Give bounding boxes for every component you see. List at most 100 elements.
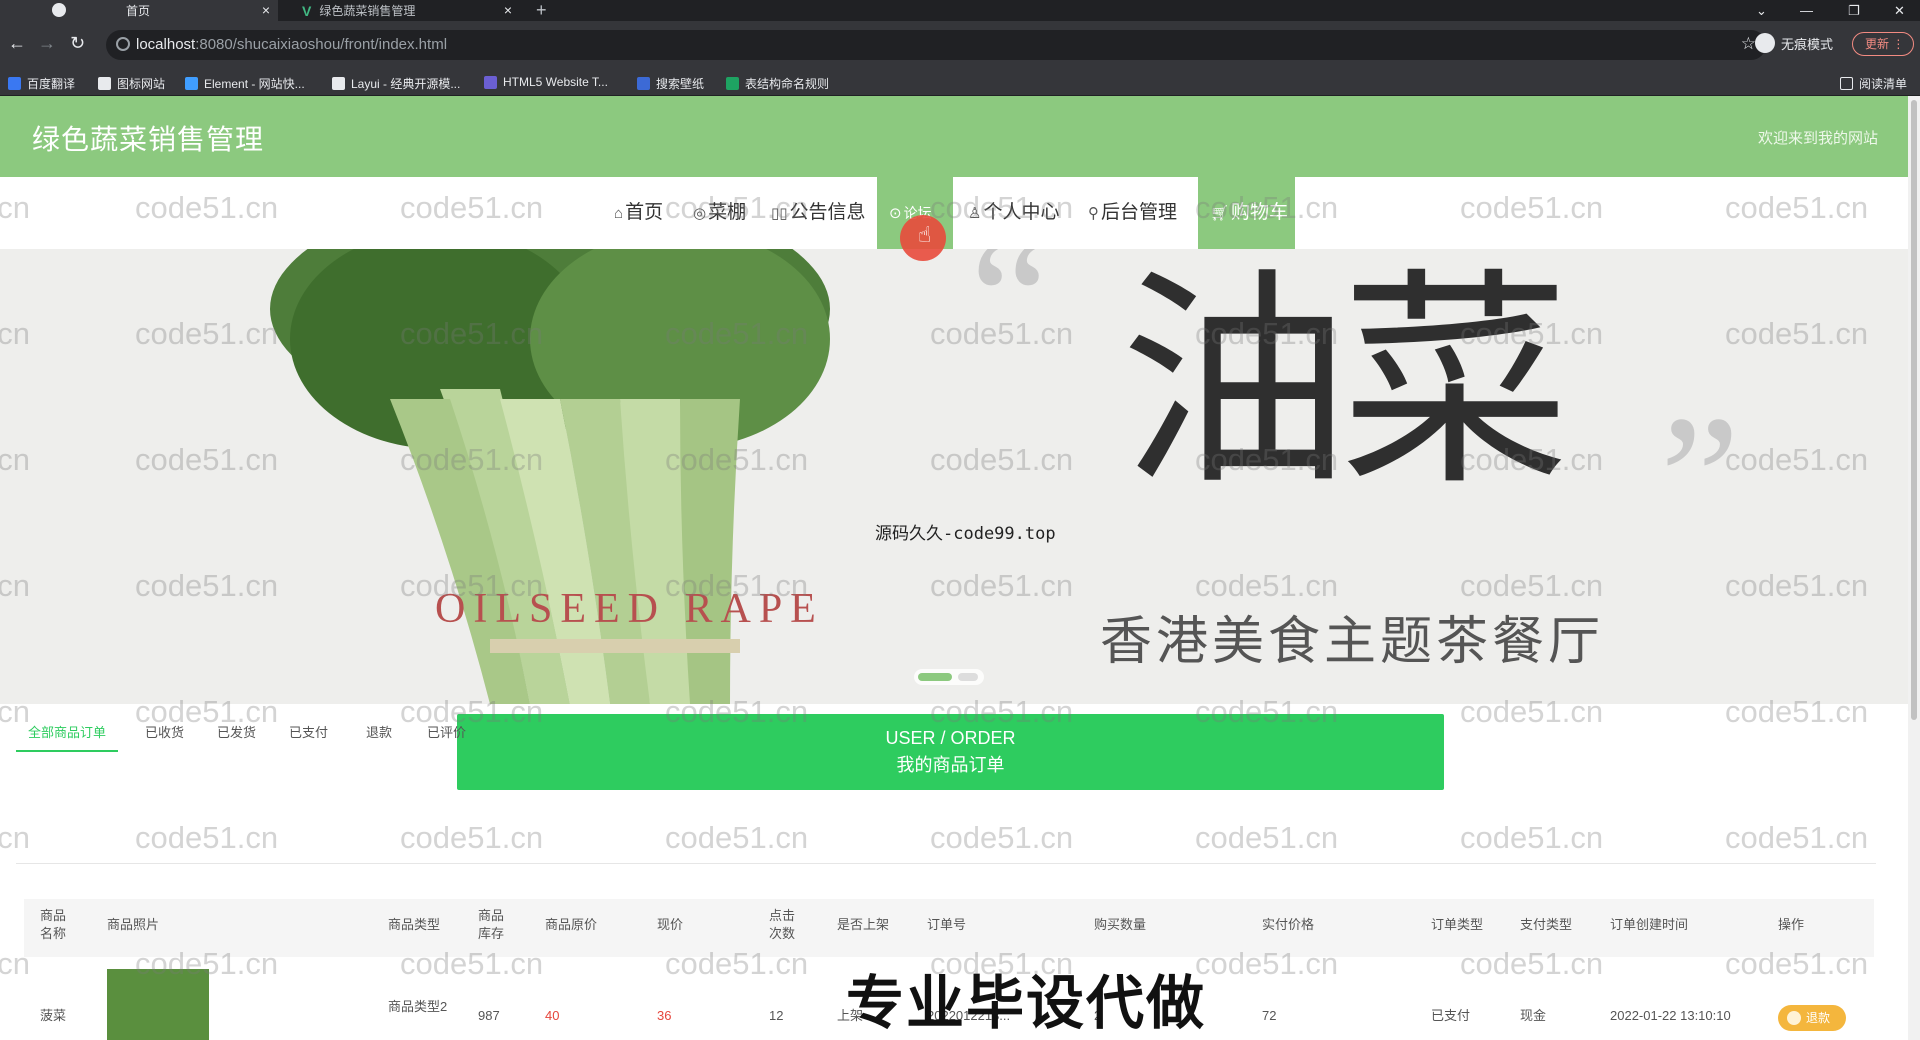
cell-name: 菠菜 [40, 1008, 67, 1023]
col-photo: 商品照片 [107, 917, 160, 932]
overlay-ad-text: 专业毕设代做 [846, 971, 1207, 1036]
tab-shipped[interactable]: 已发货 [217, 722, 256, 741]
banner-carousel[interactable]: “ ” OILSEED RAPE 油菜 香港美食主题茶餐厅 源码久久-code9… [0, 249, 1908, 704]
close-tab-icon[interactable]: × [504, 2, 512, 18]
welcome-text: 欢迎来到我的网站 [1757, 130, 1878, 147]
col-clicks: 点击次数 [769, 908, 796, 941]
banner-english-text: OILSEED RAPE [435, 586, 824, 632]
scrollbar-thumb[interactable] [1911, 100, 1917, 720]
browser-tab-bar: 首页 × V 绿色蔬菜销售管理 × + ⌄ — ❐ ✕ [0, 0, 1920, 21]
page-scrollbar[interactable] [1908, 96, 1920, 1040]
bookmark-item[interactable]: HTML5 Website T... [484, 75, 608, 89]
bookmark-star-icon[interactable]: ☆ [1741, 34, 1756, 54]
banner-headline: 油菜 [1120, 250, 1570, 517]
incognito-indicator[interactable]: 无痕模式 [1755, 33, 1833, 53]
url-text: localhost:8080/shucaixiaoshou/front/inde… [136, 36, 448, 53]
carousel-dot-active[interactable] [918, 673, 952, 681]
my-orders-banner: USER / ORDER 我的商品订单 [457, 714, 1444, 790]
nav-profile[interactable]: ♙ 个人中心 [968, 177, 1059, 249]
close-quote-mark: ” [1660, 379, 1740, 578]
compass-icon: ◎ [693, 205, 707, 222]
tab-paid[interactable]: 已支付 [289, 722, 328, 741]
nav-home[interactable]: ⌂ 首页 [614, 177, 663, 249]
cell-orig-price: 40 [545, 1008, 560, 1023]
nav-greenhouse[interactable]: ◎ 菜棚 [693, 177, 746, 249]
web-page: 绿色蔬菜销售管理 欢迎来到我的网站 ⌂ 首页 ◎ 菜棚 ▯▯ 公告信息 ⊙ 论坛 ♙ 个人… [0, 96, 1908, 1040]
bookmark-item[interactable]: Element - 网站快... [185, 75, 305, 92]
main-nav: ⌂ 首页 ◎ 菜棚 ▯▯ 公告信息 ⊙ 论坛 ♙ 个人中心 ⚲ 后台管理 🛒︎ 购物车 [0, 177, 1908, 249]
url-input[interactable]: localhost:8080/shucaixiaoshou/front/inde… [106, 30, 1766, 60]
nav-cart[interactable]: 🛒︎ 购物车 [1198, 177, 1295, 249]
tab-received[interactable]: 已收货 [145, 722, 184, 741]
banner-subtitle: 香港美食主题茶餐厅 [1100, 612, 1605, 672]
back-button[interactable]: ← [8, 33, 26, 54]
browser-tab-home[interactable]: 首页 × [0, 0, 278, 21]
col-order-type: 订单类型 [1431, 917, 1484, 932]
reload-button[interactable]: ↻ [70, 33, 85, 54]
cart-icon: 🛒︎ [1210, 205, 1230, 222]
cell-clicks: 12 [769, 1008, 784, 1023]
cell-order-type: 已支付 [1431, 1008, 1471, 1023]
carousel-dot[interactable] [958, 673, 978, 681]
tab-reviewed[interactable]: 已评价 [427, 722, 466, 741]
col-pay-type: 支付类型 [1520, 917, 1573, 932]
col-action: 操作 [1778, 917, 1805, 932]
new-tab-button[interactable]: + [536, 0, 547, 21]
element-icon [185, 77, 198, 90]
bookmark-item[interactable]: Layui - 经典开源模... [332, 75, 460, 92]
tabs-divider [16, 863, 1876, 864]
home-icon: ⌂ [614, 205, 624, 222]
col-orig-price: 商品原价 [545, 917, 598, 932]
close-window-button[interactable]: ✕ [1894, 0, 1905, 21]
translate-icon [8, 77, 21, 90]
link-icon: ⚲ [1088, 205, 1099, 222]
col-stock: 商品库存 [478, 908, 505, 941]
col-qty: 购买数量 [1094, 917, 1147, 932]
cell-type: 商品类型2 [388, 999, 448, 1014]
tab-search-icon[interactable]: ⌄ [1756, 0, 1767, 21]
col-created: 订单创建时间 [1610, 917, 1689, 932]
cell-pay-type: 现金 [1520, 1008, 1547, 1023]
col-name: 商品名称 [40, 908, 67, 941]
cell-price: 36 [657, 1008, 672, 1023]
bookmark-item[interactable]: 表结构命名规则 [726, 75, 829, 92]
col-type: 商品类型 [388, 917, 441, 932]
col-order-no: 订单号 [927, 917, 967, 932]
col-price: 现价 [657, 917, 684, 932]
bookmark-item[interactable]: 搜索壁纸 [637, 75, 704, 92]
update-button[interactable]: 更新 ⋮ [1852, 32, 1914, 56]
col-paid: 实付价格 [1262, 917, 1315, 932]
browser-tab-admin[interactable]: V 绿色蔬菜销售管理 × [280, 0, 520, 21]
tab-refund[interactable]: 退款 [366, 722, 392, 741]
cell-created: 2022-01-22 13:10:10 [1610, 1008, 1731, 1023]
site-info-icon[interactable] [116, 37, 130, 51]
globe-icon [52, 3, 66, 17]
bookmarks-bar: 百度翻译 图标网站 Element - 网站快... Layui - 经典开源模… [0, 69, 1920, 96]
vue-icon: V [302, 2, 312, 19]
refund-icon [1787, 1011, 1801, 1025]
forward-button[interactable]: → [38, 33, 56, 54]
reading-list-button[interactable]: 阅读清单 [1840, 75, 1907, 92]
nav-notice[interactable]: ▯▯ 公告信息 [771, 177, 866, 249]
layui-icon [332, 77, 345, 90]
bookmark-item[interactable]: 图标网站 [98, 75, 165, 92]
carousel-indicators[interactable] [914, 669, 984, 685]
banner-caption: 源码久久-code99.top [875, 524, 1056, 544]
chat-icon: ⊙ [889, 205, 902, 222]
site-header: 绿色蔬菜销售管理 欢迎来到我的网站 [0, 96, 1908, 177]
minimize-button[interactable]: — [1800, 0, 1813, 21]
book-icon: ▯▯ [771, 205, 788, 222]
site-title: 绿色蔬菜销售管理 [32, 124, 265, 155]
product-photo [107, 969, 209, 1040]
close-tab-icon[interactable]: × [262, 2, 270, 18]
flag-icon [98, 77, 111, 90]
open-quote-mark: “ [970, 249, 1050, 398]
reading-list-icon [1840, 77, 1853, 90]
restore-button[interactable]: ❐ [1848, 0, 1860, 21]
col-on-shelf: 是否上架 [837, 917, 890, 932]
tab-all-orders[interactable]: 全部商品订单 [16, 722, 119, 752]
bok-choy-illustration [270, 249, 830, 704]
nav-admin[interactable]: ⚲ 后台管理 [1088, 177, 1177, 249]
bookmark-item[interactable]: 百度翻译 [8, 75, 75, 92]
refund-button[interactable]: 退款 [1778, 1005, 1846, 1031]
